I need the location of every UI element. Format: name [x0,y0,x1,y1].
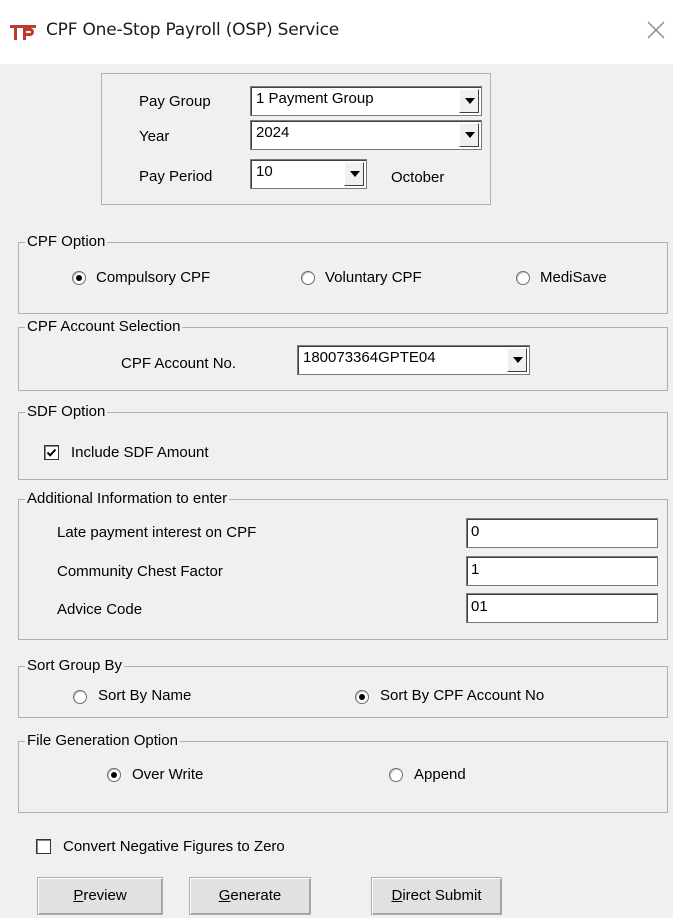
cpf-option-title: CPF Option [25,232,108,252]
radio-voluntary-cpf[interactable] [301,271,315,285]
community-chest-input[interactable]: 1 [466,556,658,586]
app-logo-icon [10,25,36,40]
pay-group-value: 1 Payment Group [256,90,374,107]
radio-append[interactable] [389,768,403,782]
checkmark-icon [46,448,57,457]
chevron-down-icon[interactable] [507,348,527,372]
late-interest-value: 0 [471,523,480,540]
pay-period-value: 10 [256,163,273,180]
sdf-option-title: SDF Option [25,402,108,422]
convert-negative-checkbox[interactable] [36,839,51,854]
advice-code-label: Advice Code [57,601,143,618]
include-sdf-checkbox[interactable] [44,445,59,460]
pay-group-select[interactable]: 1 Payment Group [250,86,482,116]
direct-submit-label: irect Submit [402,887,482,904]
year-select[interactable]: 2024 [250,120,482,150]
convert-negative-label[interactable]: Convert Negative Figures to Zero [63,837,285,857]
cpf-account-value: 180073364GPTE04 [303,349,436,366]
radio-medisave[interactable] [516,271,530,285]
direct-submit-button[interactable]: Direct Submit [371,877,502,915]
medisave-label[interactable]: MediSave [540,268,607,288]
chevron-down-icon[interactable] [344,162,364,186]
advice-code-value: 01 [471,598,488,615]
community-chest-value: 1 [471,561,480,578]
pay-period-label: Pay Period [139,168,213,185]
year-label: Year [139,128,170,145]
chevron-down-icon[interactable] [459,89,479,113]
osp-window: CPF One-Stop Payroll (OSP) Service Pay G… [0,0,673,918]
direct-submit-mnemonic: D [391,887,403,904]
window-title: CPF One-Stop Payroll (OSP) Service [46,20,340,40]
include-sdf-label[interactable]: Include SDF Amount [71,443,209,463]
close-icon[interactable] [644,18,668,42]
radio-over-write[interactable] [107,768,121,782]
append-label[interactable]: Append [414,765,466,785]
pay-group-label: Pay Group [139,93,211,110]
radio-sort-by-name[interactable] [73,690,87,704]
file-generation-title: File Generation Option [25,731,180,751]
generate-mnemonic: G [218,887,231,904]
preview-mnemonic: P [73,887,84,904]
radio-sort-by-cpf-account[interactable] [355,690,369,704]
chevron-down-icon[interactable] [459,123,479,147]
late-interest-input[interactable]: 0 [466,518,658,548]
cpf-account-title: CPF Account Selection [25,317,183,337]
year-value: 2024 [256,124,290,141]
sort-group-title: Sort Group By [25,656,125,676]
advice-code-input[interactable]: 01 [466,593,658,623]
additional-info-title: Additional Information to enter [25,489,230,509]
generate-label: enerate [230,887,282,904]
sort-by-name-label[interactable]: Sort By Name [98,686,191,706]
cpf-account-select[interactable]: 180073364GPTE04 [297,345,530,375]
title-bar: CPF One-Stop Payroll (OSP) Service [0,0,673,64]
cpf-account-label: CPF Account No. [121,355,237,372]
pay-period-select[interactable]: 10 [250,159,367,189]
preview-label: review [83,887,127,904]
voluntary-cpf-label[interactable]: Voluntary CPF [325,268,422,288]
compulsory-cpf-label[interactable]: Compulsory CPF [96,268,210,288]
community-chest-label: Community Chest Factor [57,563,223,580]
radio-compulsory-cpf[interactable] [72,271,86,285]
over-write-label[interactable]: Over Write [132,765,203,785]
month-name: October [391,169,445,186]
late-interest-label: Late payment interest on CPF [57,524,257,541]
sort-by-cpf-account-label[interactable]: Sort By CPF Account No [380,686,544,706]
generate-button[interactable]: Generate [189,877,311,915]
preview-button[interactable]: Preview [37,877,163,915]
